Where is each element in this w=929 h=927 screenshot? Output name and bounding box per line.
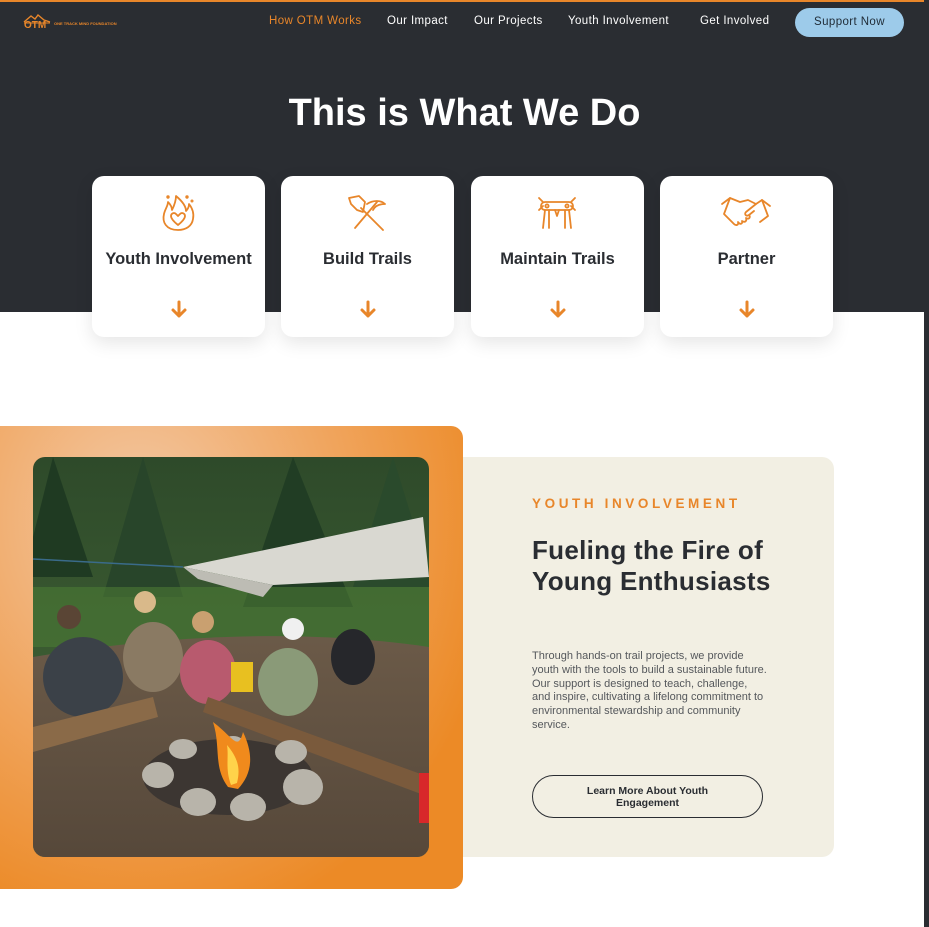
- nav-youth-involvement[interactable]: Youth Involvement: [568, 15, 669, 27]
- card-partner[interactable]: Partner: [660, 176, 833, 337]
- arrow-down-icon: [739, 300, 755, 318]
- hero-title: This is What We Do: [288, 92, 641, 134]
- support-now-button[interactable]: Support Now: [795, 8, 904, 37]
- card-label: Partner: [717, 250, 776, 268]
- site-logo[interactable]: OTM ONE TRACK MIND FOUNDATION: [22, 13, 117, 33]
- card-maintain-trails[interactable]: Maintain Trails: [471, 176, 644, 337]
- arrow-down-icon: [171, 300, 187, 318]
- pickaxe-shovel-icon: [348, 195, 386, 231]
- nav-our-impact[interactable]: Our Impact: [387, 15, 448, 27]
- nav-how-otm-works[interactable]: How OTM Works: [269, 15, 362, 27]
- feature-headline: Fueling the Fire of Young Enthusiasts: [532, 535, 771, 596]
- flame-heart-icon: [162, 195, 195, 231]
- arrow-down-icon: [360, 300, 376, 318]
- card-label: Maintain Trails: [500, 250, 615, 268]
- youth-campfire-photo: [33, 457, 429, 857]
- card-label: Build Trails: [323, 250, 412, 268]
- logo-subtext: ONE TRACK MIND FOUNDATION: [54, 21, 117, 26]
- card-build-trails[interactable]: Build Trails: [281, 176, 454, 337]
- arrow-down-icon: [550, 300, 566, 318]
- nav-our-projects[interactable]: Our Projects: [474, 15, 543, 27]
- learn-more-youth-button[interactable]: Learn More About Youth Engagement: [532, 775, 763, 818]
- nav-get-involved[interactable]: Get Involved: [700, 15, 769, 27]
- site-header: OTM ONE TRACK MIND FOUNDATION How OTM Wo…: [0, 2, 929, 42]
- section-eyebrow: YOUTH INVOLVEMENT: [532, 496, 741, 511]
- page-right-edge: [924, 0, 929, 927]
- feature-body-text: Through hands-on trail projects, we prov…: [532, 650, 767, 731]
- card-label: Youth Involvement: [105, 250, 252, 268]
- campfire-scene-image: [33, 457, 429, 857]
- hands-carrying-log-icon: [538, 197, 576, 229]
- logo-wordmark: OTM: [24, 20, 47, 31]
- card-youth-involvement[interactable]: Youth Involvement: [92, 176, 265, 337]
- handshake-icon: [721, 197, 771, 226]
